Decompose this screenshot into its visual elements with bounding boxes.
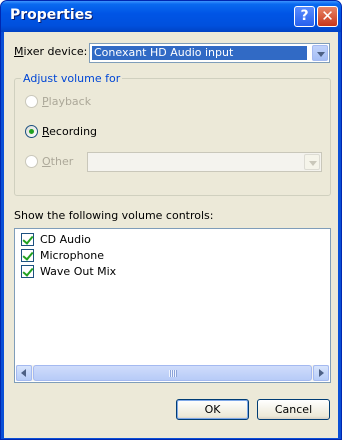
radio-other-label: Other	[42, 155, 73, 168]
radio-other-button[interactable]	[25, 155, 38, 168]
volume-controls-list[interactable]: CD Audio Microphone Wave Out Mix	[14, 228, 331, 383]
dialog-body: Mixer device: Conexant HD Audio input Ad…	[4, 32, 338, 438]
volume-controls-label: Show the following volume controls:	[14, 209, 214, 222]
other-device-dropdown[interactable]	[87, 152, 322, 172]
radio-playback[interactable]: Playback	[25, 95, 91, 108]
list-item[interactable]: Microphone	[21, 249, 104, 262]
microphone-checkbox[interactable]	[21, 249, 34, 262]
properties-window: Properties ? ✕ Mixer device: Conexant HD…	[0, 0, 342, 440]
radio-playback-button[interactable]	[25, 95, 38, 108]
title-bar[interactable]: Properties ? ✕	[1, 1, 341, 32]
mixer-device-value: Conexant HD Audio input	[91, 45, 308, 61]
radio-playback-label-text: layback	[48, 95, 92, 108]
grip-icon	[169, 370, 177, 377]
adjust-volume-title: Adjust volume for	[21, 72, 123, 85]
help-button[interactable]: ?	[294, 6, 315, 27]
chevron-down-icon[interactable]	[312, 45, 328, 61]
radio-playback-accel: P	[42, 95, 49, 108]
close-button[interactable]: ✕	[317, 6, 338, 27]
mixer-device-label-text: ixer device:	[23, 45, 88, 58]
chevron-down-icon[interactable]	[304, 154, 320, 170]
list-item[interactable]: Wave Out Mix	[21, 265, 116, 278]
radio-recording[interactable]: Recording	[25, 125, 97, 138]
mixer-device-accel: M	[14, 45, 24, 58]
close-icon: ✕	[321, 7, 334, 25]
scrollbar-thumb[interactable]	[33, 365, 312, 381]
ok-button[interactable]: OK	[176, 399, 249, 420]
cancel-button[interactable]: Cancel	[257, 399, 330, 420]
scroll-right-icon[interactable]	[313, 365, 329, 381]
radio-playback-label: Playback	[42, 95, 91, 108]
help-icon: ?	[300, 8, 309, 24]
mixer-device-label: Mixer device:	[14, 45, 87, 58]
list-item-label: CD Audio	[40, 233, 91, 246]
wave-out-mix-checkbox[interactable]	[21, 265, 34, 278]
mixer-device-dropdown[interactable]: Conexant HD Audio input	[89, 43, 330, 63]
radio-other-label-text: ther	[50, 155, 74, 168]
list-item-label: Wave Out Mix	[40, 265, 117, 278]
scroll-left-icon[interactable]	[16, 365, 32, 381]
adjust-volume-group: Adjust volume for Playback Recording Oth…	[14, 72, 331, 196]
cd-audio-checkbox[interactable]	[21, 233, 34, 246]
list-item-label: Microphone	[40, 249, 105, 262]
radio-other[interactable]: Other	[25, 155, 73, 168]
radio-recording-label-text: ecording	[49, 125, 98, 138]
radio-other-accel: O	[42, 155, 51, 168]
horizontal-scrollbar[interactable]	[16, 365, 329, 381]
window-title: Properties	[10, 7, 93, 23]
radio-recording-label: Recording	[42, 125, 97, 138]
radio-recording-button[interactable]	[25, 125, 38, 138]
list-item[interactable]: CD Audio	[21, 233, 91, 246]
